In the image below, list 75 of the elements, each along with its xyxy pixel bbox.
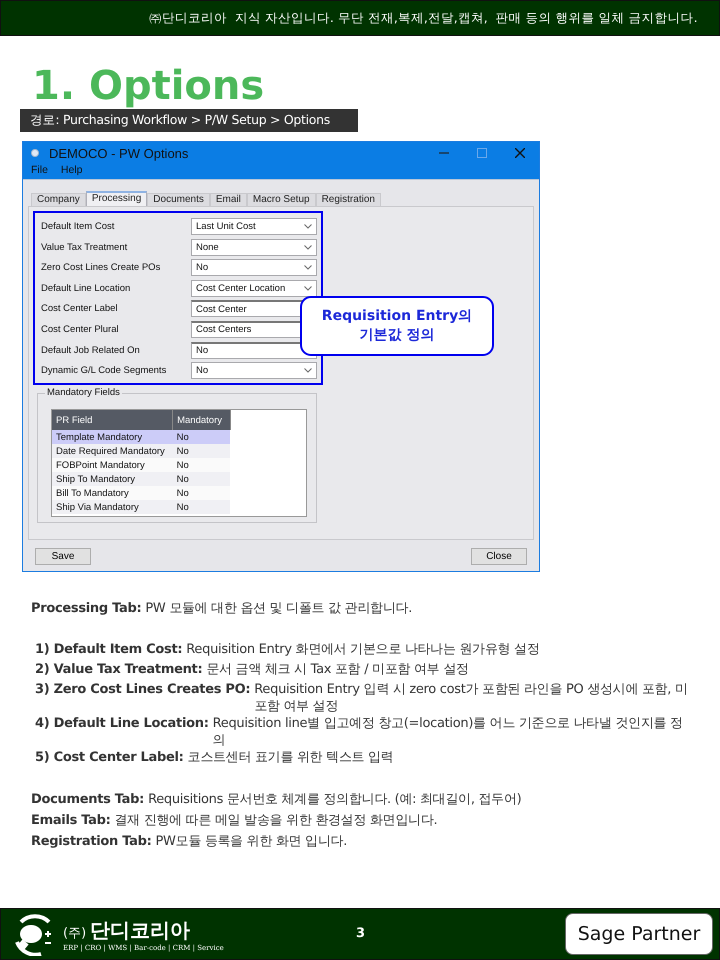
note-text: PW 모듈에 대한 옵션 및 디폴트 값 관리합니다. bbox=[145, 600, 414, 618]
note-label: Documents Tab: bbox=[31, 791, 144, 809]
note-text: PW모듈 등록을 위한 화면 입니다. bbox=[155, 833, 348, 851]
table-cell: No bbox=[172, 444, 230, 458]
slide-title: 1. Options bbox=[32, 62, 266, 106]
close-button[interactable]: Close bbox=[471, 548, 527, 565]
maximize-icon bbox=[477, 148, 487, 158]
company-prefix: (주) bbox=[63, 924, 86, 942]
breadcrumb-path: 경로: Purchasing Workflow > P/W Setup > Options bbox=[20, 109, 358, 132]
note-label: 3) Zero Cost Lines Creates PO: bbox=[35, 681, 250, 698]
save-button[interactable]: Save bbox=[35, 548, 91, 565]
callout-text: 기본값 정의 bbox=[360, 326, 434, 345]
tab[interactable]: Company bbox=[31, 193, 86, 206]
note-text: 결재 진행에 따른 메일 발송을 위한 환경설정 화면입니다. bbox=[114, 812, 438, 830]
field-label: Dynamic G/L Code Segments bbox=[41, 365, 168, 376]
dropdown-field[interactable]: No bbox=[191, 259, 317, 276]
tab[interactable]: Processing bbox=[86, 191, 148, 206]
menu-item[interactable]: File bbox=[31, 164, 48, 176]
note-label: 4) Default Line Location: bbox=[35, 715, 209, 732]
group-label: Mandatory Fields bbox=[45, 387, 122, 398]
table-cell: No bbox=[172, 486, 230, 500]
text-field[interactable]: No bbox=[191, 342, 317, 359]
chevron-icon bbox=[304, 265, 312, 270]
chevron-icon bbox=[304, 244, 312, 250]
page-number: 3 bbox=[356, 926, 366, 941]
field-label: Default Job Related On bbox=[41, 344, 141, 356]
note-label: 1) Default Item Cost: bbox=[35, 641, 182, 658]
table-cell: FOBPoint Mandatory bbox=[52, 458, 173, 472]
chevron-icon bbox=[304, 224, 312, 229]
note-text: Requisitions 문서번호 체계를 정의합니다. (예: 최대길이, 접두어) bbox=[148, 791, 522, 809]
chevron-icon bbox=[304, 286, 312, 291]
note-label: Registration Tab: bbox=[31, 833, 152, 851]
menu-item[interactable]: Help bbox=[60, 164, 83, 176]
chevron-icon bbox=[304, 368, 312, 374]
note-text: 코스트센터 표기를 위한 텍스트 입력 bbox=[188, 749, 394, 766]
note-label: 5) Cost Center Label: bbox=[35, 749, 184, 766]
tab[interactable]: Email bbox=[210, 193, 247, 206]
dropdown-field[interactable]: Last Unit Cost bbox=[191, 218, 317, 235]
callout-text: Requisition Entry의 bbox=[322, 307, 472, 326]
table-cell: No bbox=[172, 458, 230, 472]
note-text: Requisition Entry 화면에서 기본으로 나타나는 원가유형 설정 bbox=[186, 641, 540, 658]
company-name: 단디코리아 bbox=[90, 916, 190, 944]
table-cell: No bbox=[172, 472, 230, 486]
app-icon bbox=[31, 149, 39, 157]
column-header[interactable]: Mandatory bbox=[172, 410, 230, 430]
tab[interactable]: Macro Setup bbox=[246, 193, 316, 206]
dropdown-field[interactable]: No bbox=[191, 362, 317, 380]
copyright-notice: ㈜단디코리아 지식 자산입니다. 무단 전재,복제,전달,캡쳐, 판매 등의 행위를 일체 금지합니다. bbox=[149, 10, 698, 26]
table-cell: No bbox=[172, 430, 230, 444]
window-title: DEMOCO - PW Options bbox=[49, 146, 188, 160]
dropdown-field[interactable]: None bbox=[191, 238, 317, 256]
dropdown-field[interactable]: Cost Center Location bbox=[191, 280, 317, 297]
table-cell: Date Required Mandatory bbox=[52, 444, 173, 458]
table-cell: Template Mandatory bbox=[52, 430, 173, 444]
table-cell: Bill To Mandatory bbox=[52, 486, 173, 500]
field-label: Cost Center Plural bbox=[41, 324, 120, 335]
note-label: 2) Value Tax Treatment: bbox=[35, 661, 202, 678]
field-label: Default Line Location bbox=[41, 282, 132, 294]
close-icon bbox=[515, 148, 525, 158]
field-label: Cost Center Label bbox=[41, 303, 119, 314]
table-cell: Ship Via Mandatory bbox=[52, 500, 173, 514]
field-label: Zero Cost Lines Create POs bbox=[41, 262, 162, 274]
note-label: Emails Tab: bbox=[31, 812, 111, 830]
table-cell: No bbox=[172, 500, 230, 514]
column-header[interactable]: PR Field bbox=[52, 410, 173, 430]
table-cell: Ship To Mandatory bbox=[52, 472, 173, 486]
partner-badge: Sage Partner bbox=[565, 913, 713, 955]
note-label: Processing Tab: bbox=[31, 600, 142, 618]
note-text: Requisition line별 입고예정 창고(=location)를 어느 기준으로 나타낼 것인지를 정의 bbox=[212, 715, 684, 749]
tab[interactable]: Documents bbox=[147, 193, 210, 206]
tab[interactable]: Registration bbox=[316, 193, 381, 206]
field-label: Default Item Cost bbox=[41, 221, 116, 232]
note-text: 문서 금액 체크 시 Tax 포함 / 미포함 여부 설정 bbox=[206, 661, 470, 678]
note-text: Requisition Entry 입력 시 zero cost가 포함된 라인을 PO 생성시에 포함, 미포함 여부 설정 bbox=[254, 681, 689, 715]
field-label: Value Tax Treatment bbox=[41, 242, 128, 253]
